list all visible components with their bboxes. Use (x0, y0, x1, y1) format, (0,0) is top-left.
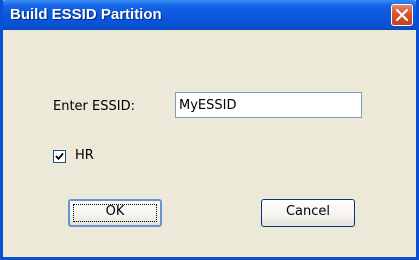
essid-input[interactable] (175, 92, 362, 118)
hr-label[interactable]: HR (75, 148, 94, 163)
dialog-window: Build ESSID Partition Enter ESSID: HR OK… (0, 0, 419, 260)
cancel-button-label: Cancel (285, 204, 331, 219)
essid-label: Enter ESSID: (53, 99, 135, 114)
checkmark-icon (55, 152, 64, 161)
close-icon (396, 9, 408, 21)
cancel-button[interactable]: Cancel (261, 199, 355, 227)
dialog-body: Enter ESSID: HR OK Cancel (3, 30, 416, 257)
close-button[interactable] (391, 4, 413, 26)
ok-button[interactable]: OK (68, 199, 162, 227)
title-bar[interactable]: Build ESSID Partition (3, 0, 416, 30)
dialog-title: Build ESSID Partition (10, 6, 162, 23)
hr-checkbox[interactable] (53, 150, 66, 163)
focus-ring (73, 204, 157, 222)
